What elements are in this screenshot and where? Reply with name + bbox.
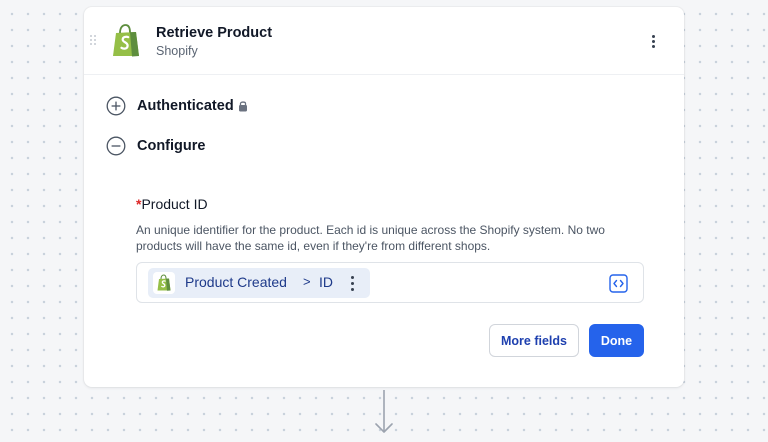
step-card: Retrieve Product Shopify Authenticated C… [84, 7, 684, 387]
product-id-label: *Product ID [136, 196, 208, 212]
shopify-bag-icon [157, 274, 171, 291]
collapse-minus-icon[interactable] [106, 136, 126, 156]
flow-connector-arrow-icon [375, 390, 393, 433]
token-source: Product Created [185, 274, 287, 290]
token-chevron: > [303, 274, 311, 289]
step-app-name: Shopify [156, 44, 198, 58]
variable-token[interactable]: Product Created > ID [148, 268, 370, 298]
token-field: ID [319, 274, 333, 290]
product-id-input[interactable]: Product Created > ID [136, 262, 644, 303]
code-editor-icon[interactable] [609, 274, 628, 293]
shopify-bag-icon [113, 24, 139, 57]
token-app-icon-wrap [153, 272, 175, 294]
product-id-label-text: Product ID [141, 196, 208, 212]
expand-plus-icon[interactable] [106, 96, 126, 116]
section-authenticated-label: Authenticated [137, 98, 234, 114]
section-configure-label: Configure [137, 138, 206, 154]
step-menu-button[interactable] [644, 31, 664, 51]
lock-icon [239, 101, 247, 112]
done-button[interactable]: Done [589, 324, 644, 357]
section-configure[interactable]: Configure [106, 136, 246, 156]
step-header[interactable]: Retrieve Product Shopify [84, 7, 684, 75]
more-fields-button[interactable]: More fields [489, 324, 579, 357]
drag-handle-icon[interactable] [90, 35, 96, 45]
token-menu-button[interactable] [350, 274, 356, 292]
step-title: Retrieve Product [156, 25, 273, 41]
product-id-description: An unique identifier for the product. Ea… [136, 223, 605, 253]
section-authenticated[interactable]: Authenticated [106, 96, 266, 116]
